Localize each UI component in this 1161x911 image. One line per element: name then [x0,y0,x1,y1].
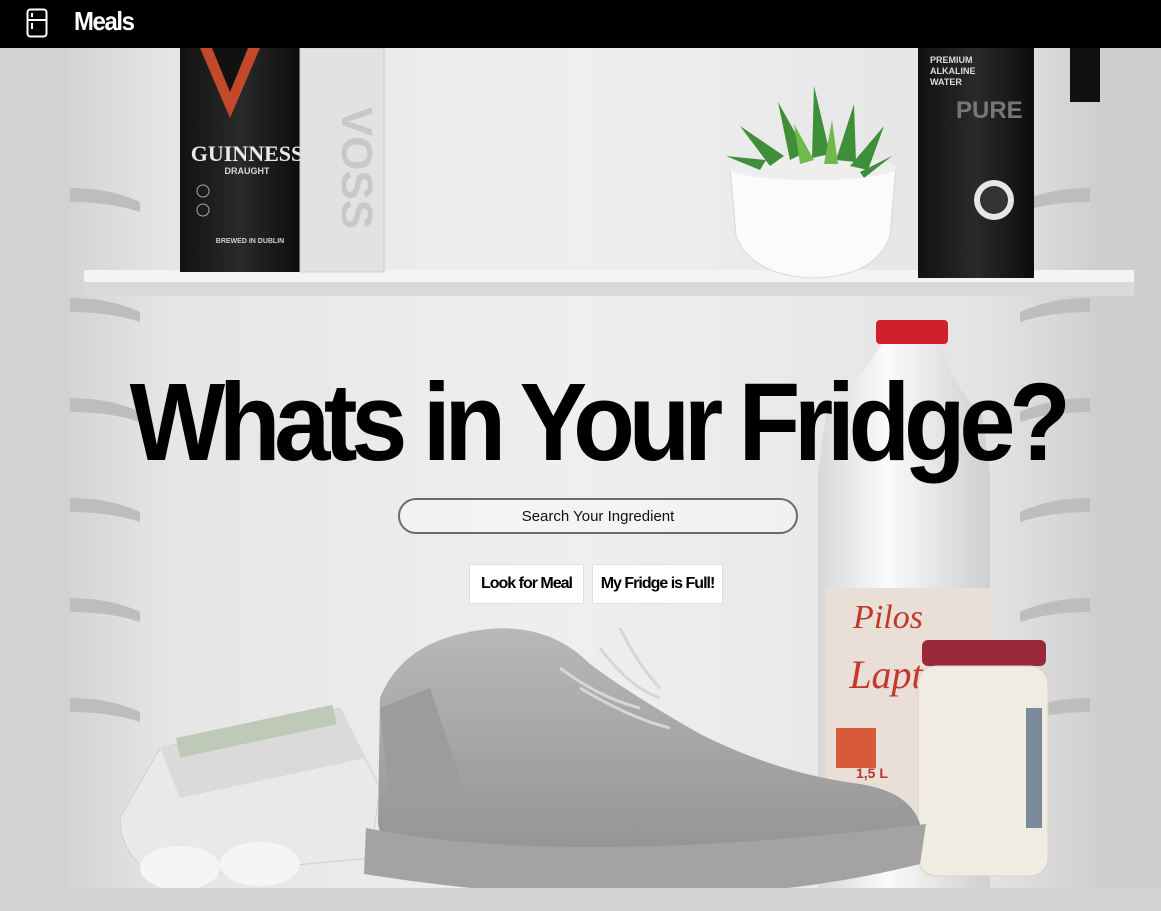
svg-text:PREMIUM: PREMIUM [930,55,973,65]
svg-text:VOSS: VOSS [332,107,381,229]
svg-text:Lapt: Lapt [848,652,923,697]
svg-text:BREWED IN DUBLIN: BREWED IN DUBLIN [216,238,284,245]
svg-text:WATER: WATER [930,77,962,87]
guinness-label: GUINNESS [191,141,303,166]
ingredient-search-input[interactable] [398,498,798,534]
svg-text:DRAUGHT: DRAUGHT [225,166,270,176]
page-title: Whats in Your Fridge? [129,361,1071,484]
svg-text:PURE: PURE [956,97,1023,124]
fridge-full-button[interactable]: My Fridge is Full! [592,564,723,604]
svg-text:Pilos: Pilos [852,599,923,636]
svg-text:ALKALINE: ALKALINE [930,66,976,76]
look-for-meal-button[interactable]: Look for Meal [469,564,584,604]
fridge-icon[interactable] [26,8,48,38]
brand-title[interactable]: Meals [74,6,135,37]
top-navbar: Meals [0,0,1161,48]
